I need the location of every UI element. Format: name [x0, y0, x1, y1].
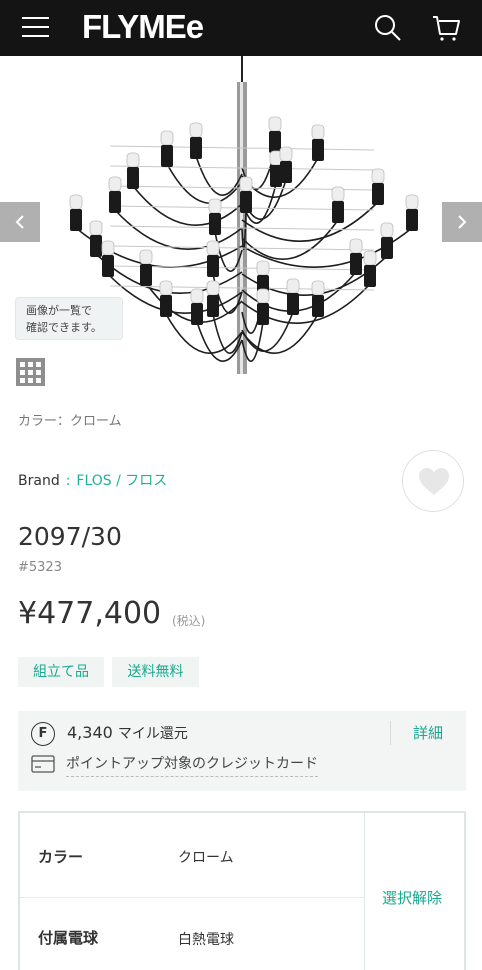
cart-icon[interactable] [430, 12, 462, 44]
gallery-tooltip: 画像が一覧で 確認できます。 [15, 297, 123, 340]
product-sku: #5323 [18, 560, 62, 575]
option-divider [20, 897, 364, 898]
points-panel: F 4,340 マイル還元 詳細 ポイントアップ対象のクレジットカード [18, 711, 466, 791]
brand-separator: : [65, 473, 71, 489]
points-amount: 4,340 マイル還元 [67, 723, 188, 743]
next-image-button[interactable] [442, 202, 482, 242]
chevron-right-icon [458, 215, 467, 229]
product-gallery[interactable]: 画像が一覧で 確認できます。 [0, 56, 482, 386]
site-logo[interactable]: FLYMEe [82, 8, 204, 46]
search-icon[interactable] [372, 12, 404, 44]
tooltip-line: 画像が一覧で [26, 304, 92, 317]
selected-color-text: カラー：クローム [18, 414, 122, 429]
options-table: カラー クローム 付属電球 白熱電球 選択解除 [18, 811, 466, 970]
brand-row: Brand: FLOS / フロス [18, 470, 167, 490]
deselect-button[interactable]: 選択解除 [382, 887, 442, 908]
tax-note: (税込) [172, 614, 206, 628]
credit-card-link[interactable]: ポイントアップ対象のクレジットカード [66, 753, 318, 777]
prev-image-button[interactable] [0, 202, 40, 242]
credit-card-icon [31, 755, 55, 773]
flymee-point-icon: F [31, 722, 55, 746]
points-detail-link[interactable]: 詳細 [390, 721, 443, 745]
brand-label: Brand [18, 473, 60, 489]
option-label-bulb: 付属電球 [38, 929, 99, 947]
grid-icon[interactable] [16, 358, 45, 386]
brand-link[interactable]: FLOS / フロス [76, 473, 167, 489]
option-value-color[interactable]: クローム [178, 847, 234, 867]
product-model: 2097/30 [18, 522, 122, 551]
points-value: 4,340 [67, 723, 113, 742]
heart-icon [419, 468, 449, 495]
favorite-button[interactable] [402, 450, 464, 512]
tooltip-line: 確認できます。 [26, 321, 102, 334]
option-value-bulb[interactable]: 白熱電球 [178, 929, 234, 949]
points-unit: マイル還元 [117, 726, 188, 742]
option-label-color: カラー [38, 848, 84, 866]
option-vertical-divider [364, 813, 365, 970]
free-shipping-tag: 送料無料 [112, 657, 199, 687]
chevron-left-icon [15, 215, 24, 229]
menu-icon[interactable] [22, 15, 49, 39]
assembly-tag: 組立て品 [18, 657, 104, 687]
top-header: FLYMEe [0, 0, 482, 56]
product-price: ¥477,400 [18, 596, 162, 631]
